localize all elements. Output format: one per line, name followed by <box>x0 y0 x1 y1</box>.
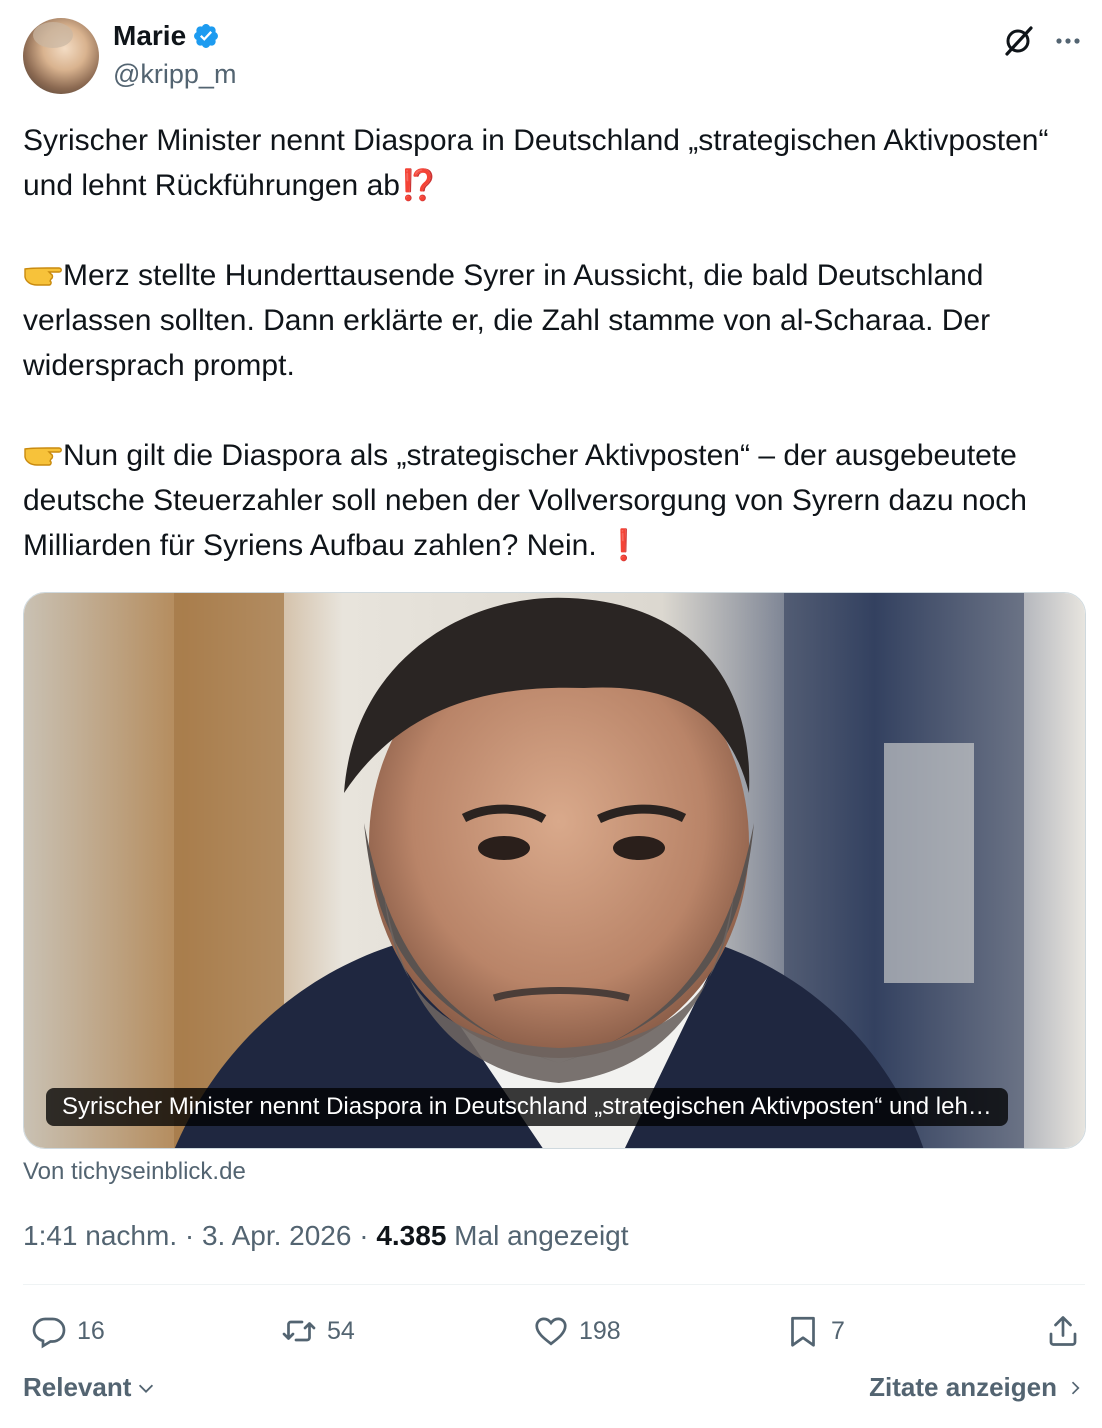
link-card[interactable]: Syrischer Minister nennt Diaspora in Deu… <box>23 592 1086 1149</box>
tweet-paragraph-2-text: Merz stellte Hunderttausende Syrer in Au… <box>23 259 991 382</box>
share-icon <box>1049 1316 1077 1346</box>
tweet-footer: Relevant Zitate anzeigen <box>23 1372 1085 1412</box>
card-caption: Syrischer Minister nennt Diaspora in Deu… <box>46 1088 1008 1126</box>
sort-dropdown[interactable]: Relevant <box>23 1372 157 1403</box>
tweet-paragraph-3: Nun gilt die Diaspora als „strategischer… <box>23 433 1085 568</box>
author-name-row[interactable]: Marie <box>113 20 220 52</box>
exclamation-question-icon: ⁉️ <box>399 168 438 203</box>
action-bar: 16 54 198 7 <box>23 1306 1085 1356</box>
bookmark-icon <box>791 1316 815 1347</box>
repost-icon <box>282 1320 316 1342</box>
card-source[interactable]: Von tichyseinblick.de <box>23 1158 246 1186</box>
divider <box>23 1284 1085 1285</box>
view-count: 4.385 <box>376 1220 447 1251</box>
exclamation-icon: ❗ <box>604 528 643 563</box>
tweet-paragraph-2: Merz stellte Hunderttausende Syrer in Au… <box>23 253 1085 388</box>
repost-count: 54 <box>327 1316 355 1345</box>
chevron-right-icon <box>1071 1381 1080 1394</box>
like-count: 198 <box>579 1316 621 1345</box>
tweet-line-1: Syrischer Minister nennt Diaspora in Deu… <box>23 124 1049 202</box>
sort-label: Relevant <box>23 1372 132 1402</box>
repost-button[interactable]: 54 <box>281 1306 355 1356</box>
author-handle[interactable]: @kripp_m <box>113 59 236 90</box>
bookmark-count: 7 <box>831 1316 845 1345</box>
reply-count: 16 <box>77 1316 105 1345</box>
quotes-label: Zitate anzeigen <box>869 1372 1057 1402</box>
tweet-text: Syrischer Minister nennt Diaspora in Deu… <box>23 118 1085 568</box>
heart-icon <box>535 1317 567 1346</box>
avatar[interactable] <box>23 18 99 94</box>
tweet-meta: 1:41 nachm. · 3. Apr. 2026 · 4.385 Mal a… <box>23 1220 629 1252</box>
more-options-icon[interactable] <box>1051 24 1085 58</box>
share-button[interactable] <box>1045 1306 1081 1356</box>
like-button[interactable]: 198 <box>533 1306 621 1356</box>
verified-badge-icon[interactable] <box>192 22 220 50</box>
pointing-hand-icon <box>24 447 62 466</box>
bookmark-button[interactable]: 7 <box>785 1306 845 1356</box>
tweet-paragraph-1: Syrischer Minister nennt Diaspora in Deu… <box>23 118 1085 208</box>
view-quotes-link[interactable]: Zitate anzeigen <box>869 1372 1085 1403</box>
tweet-header: Marie @kripp_m <box>23 18 1085 96</box>
view-label: Mal angezeigt <box>446 1220 629 1251</box>
card-image <box>24 593 1085 1148</box>
author-name[interactable]: Marie <box>113 20 186 52</box>
tweet-paragraph-3-text: Nun gilt die Diaspora als „strategischer… <box>23 439 1027 562</box>
reply-icon <box>32 1317 66 1349</box>
pointing-hand-icon <box>24 267 62 286</box>
grok-icon[interactable] <box>1001 24 1035 58</box>
timestamp[interactable]: 1:41 nachm. · 3. Apr. 2026 · <box>23 1220 376 1251</box>
chevron-down-icon <box>139 1384 154 1393</box>
reply-button[interactable]: 16 <box>31 1306 105 1356</box>
